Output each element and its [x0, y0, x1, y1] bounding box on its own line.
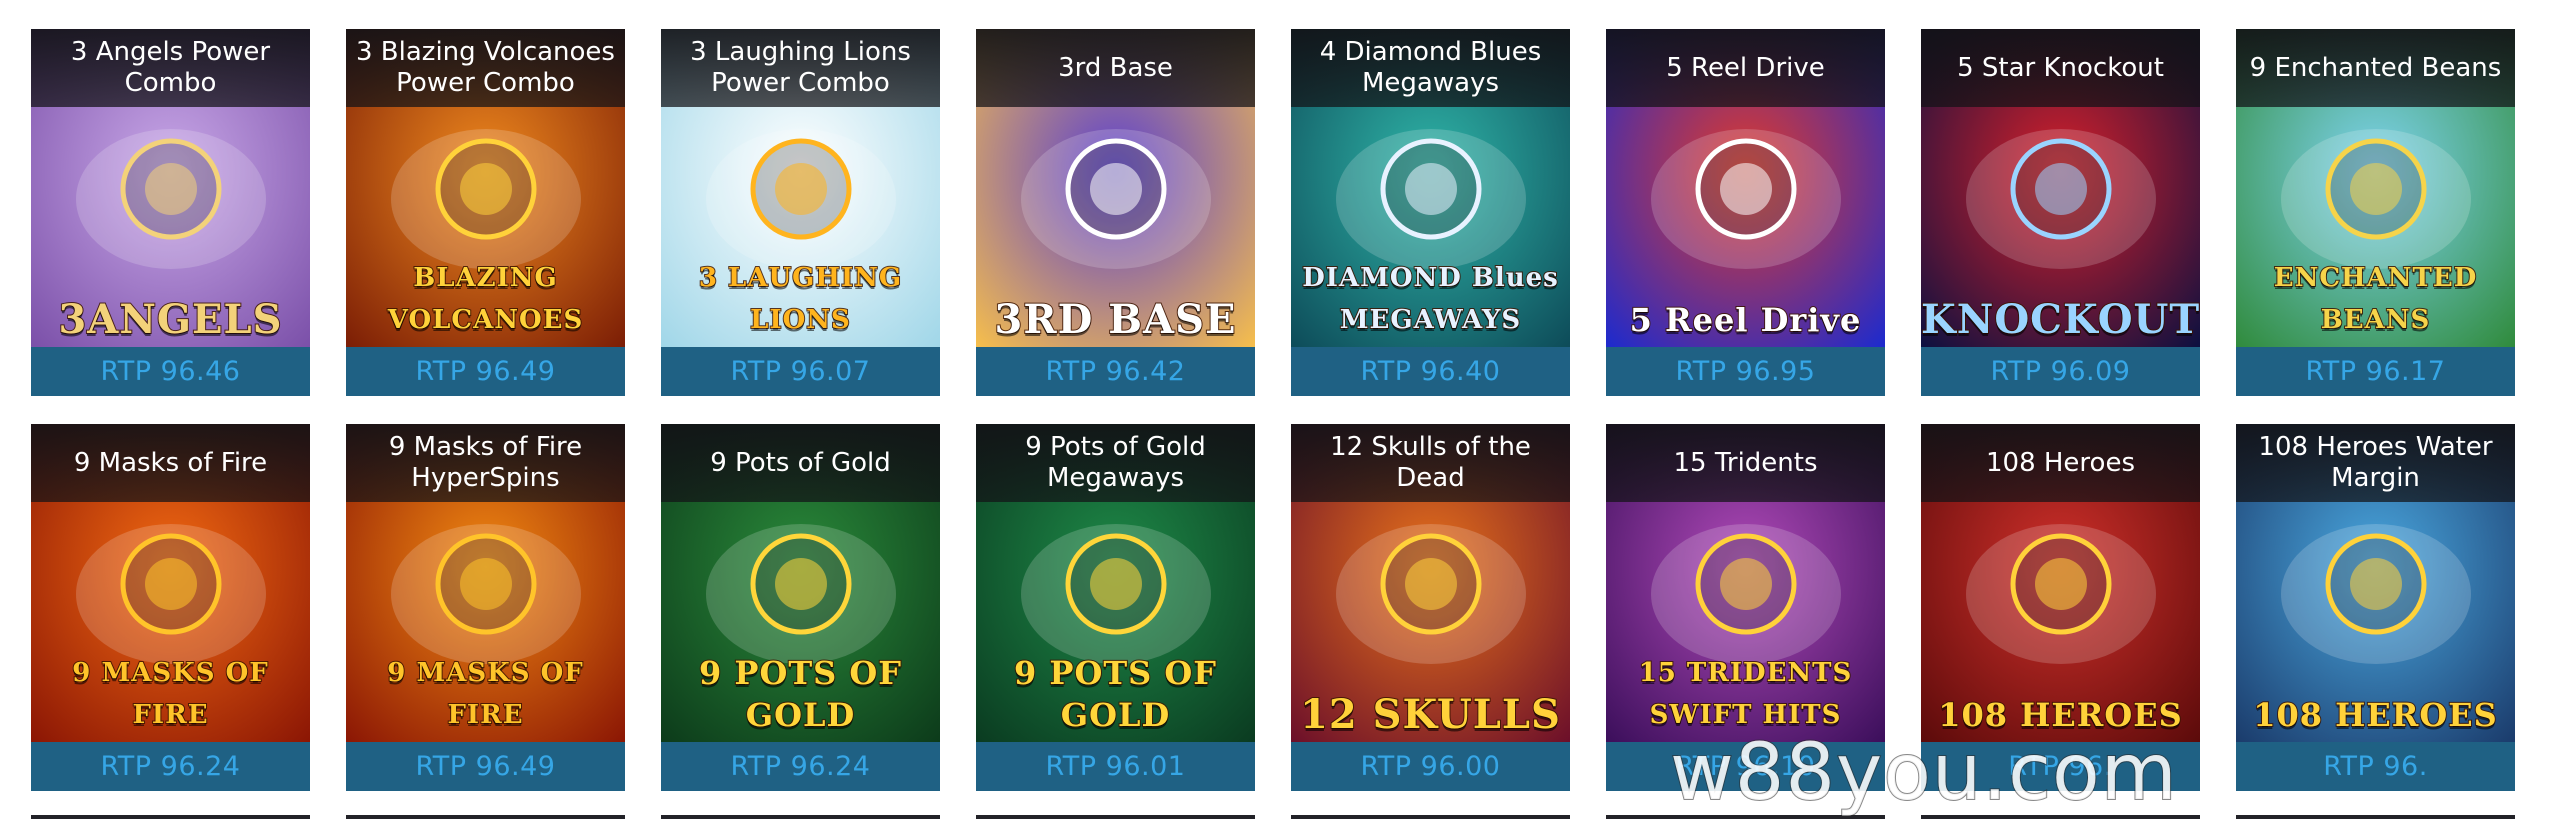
title-band: 9 Masks of Fire [31, 424, 310, 502]
rtp-bar: RTP 96.40 [1291, 347, 1570, 396]
game-card-5-reel-drive[interactable]: 5 Reel Drive 5 Reel Drive RTP 96.95 [1606, 29, 1885, 396]
title-band: 4 Diamond Blues Megaways [1291, 29, 1570, 107]
rtp-bar: RTP 96.09 [1921, 347, 2200, 396]
next-row-card[interactable] [2236, 815, 2515, 819]
rtp-bar: RTP 96.49 [346, 347, 625, 396]
rtp-value: RTP 96.00 [1360, 751, 1501, 782]
rtp-value: RTP 96.49 [415, 356, 556, 387]
game-logo: DIAMOND Blues MEGAWAYS [1301, 262, 1559, 336]
game-logo: 5 Reel Drive [1629, 300, 1862, 340]
game-title: 3 Blazing Volcanoes Power Combo [356, 37, 615, 98]
rtp-value: RTP 96.49 [415, 751, 556, 782]
rtp-bar: RTP 96.24 [661, 742, 940, 791]
title-band: 108 Heroes Water Margin [2236, 424, 2515, 502]
game-title: 3rd Base [1058, 52, 1173, 83]
game-card-3-blazing-volcanoes-power-combo[interactable]: BLAZING VOLCANOES 3 Blazing Volcanoes Pow… [346, 29, 625, 396]
game-card-4-diamond-blues-megaways[interactable]: DIAMOND Blues MEGAWAYS 4 Diamond Blues Me… [1291, 29, 1570, 396]
next-row-card[interactable] [31, 815, 310, 819]
game-logo: ENCHANTED BEANS [2273, 262, 2478, 336]
next-row-card[interactable] [976, 815, 1255, 819]
game-title: 9 Pots of Gold Megaways [1025, 432, 1206, 493]
rtp-value: RTP 96.01 [1045, 751, 1186, 782]
game-logo: BLAZING VOLCANOES [387, 262, 584, 336]
title-band: 12 Skulls of the Dead [1291, 424, 1570, 502]
rtp-bar: RTP 96.24 [31, 742, 310, 791]
game-card-9-masks-of-fire[interactable]: 9 MASKS OF FIRE 9 Masks of Fire RTP 96.24 [31, 424, 310, 791]
game-title: 108 Heroes Water Margin [2258, 432, 2493, 493]
game-card-9-enchanted-beans[interactable]: ENCHANTED BEANS 9 Enchanted Beans RTP 96.1… [2236, 29, 2515, 396]
rtp-bar: RTP 96.49 [346, 742, 625, 791]
game-card-3rd-base[interactable]: 3RD BASE 3rd Base RTP 96.42 [976, 29, 1255, 396]
game-card-12-skulls-of-the-dead[interactable]: 12 SKULLS 12 Skulls of the Dead RTP 96.00 [1291, 424, 1570, 791]
game-title: 15 Tridents [1673, 447, 1818, 478]
game-logo: 3ANGELS [57, 296, 283, 343]
rtp-bar: RTP 96. [2236, 742, 2515, 791]
game-logo: 9 POTS OF GOLD [1013, 653, 1217, 735]
game-title: 5 Reel Drive [1666, 52, 1825, 83]
rtp-value: RTP 96.40 [1360, 356, 1501, 387]
game-card-9-pots-of-gold-megaways[interactable]: 9 POTS OF GOLD 9 Pots of Gold Megaways RTP… [976, 424, 1255, 791]
game-title: 9 Masks of Fire HyperSpins [388, 432, 583, 493]
game-title: 9 Pots of Gold [710, 447, 891, 478]
game-logo: 15 TRIDENTS SWIFT HITS [1638, 657, 1853, 731]
next-row-card[interactable] [1291, 815, 1570, 819]
title-band: 5 Reel Drive [1606, 29, 1885, 107]
game-card-5-star-knockout[interactable]: KNOCKOUT 5 Star Knockout RTP 96.09 [1921, 29, 2200, 396]
game-title: 9 Enchanted Beans [2249, 52, 2502, 83]
game-title: 5 Star Knockout [1957, 52, 2164, 83]
title-band: 108 Heroes [1921, 424, 2200, 502]
game-title: 4 Diamond Blues Megaways [1319, 37, 1542, 98]
rtp-bar: RTP 96.42 [976, 347, 1255, 396]
rtp-bar: RTP 96.00 [1291, 742, 1570, 791]
next-row-card[interactable] [661, 815, 940, 819]
game-card-3-laughing-lions-power-combo[interactable]: 3 LAUGHING LIONS 3 Laughing Lions Power C… [661, 29, 940, 396]
rtp-bar: RTP 96.95 [1606, 347, 1885, 396]
game-grid: 3ANGELS 3 Angels Power Combo RTP 96.46 BLAZ… [31, 29, 2531, 791]
rtp-bar: RTP 96.17 [2236, 347, 2515, 396]
rtp-bar: RTP 96.01 [976, 742, 1255, 791]
rtp-value: RTP 96.95 [1675, 356, 1816, 387]
next-row-card[interactable] [346, 815, 625, 819]
rtp-value: RTP 96.09 [1990, 356, 2131, 387]
rtp-value: RTP 96.46 [100, 356, 241, 387]
site-watermark: w88you.com [1669, 727, 2178, 819]
rtp-value: RTP 96.17 [2305, 356, 2446, 387]
game-title: 9 Masks of Fire [73, 447, 268, 478]
rtp-value: RTP 96. [2323, 751, 2428, 782]
rtp-bar: RTP 96.07 [661, 347, 940, 396]
game-logo: 3 LAUGHING LIONS [698, 262, 903, 336]
game-title: 12 Skulls of the Dead [1330, 432, 1531, 493]
game-title: 108 Heroes [1985, 447, 2135, 478]
game-logo: KNOCKOUT [1921, 296, 2200, 343]
game-logo: 9 MASKS OF FIRE [386, 657, 584, 731]
rtp-value: RTP 96.24 [100, 751, 241, 782]
title-band: 9 Masks of Fire HyperSpins [346, 424, 625, 502]
title-band: 3 Angels Power Combo [31, 29, 310, 107]
game-card-108-heroes-water-margin[interactable]: 108 HEROES 108 Heroes Water Margin RTP 96. [2236, 424, 2515, 791]
title-band: 9 Pots of Gold Megaways [976, 424, 1255, 502]
game-card-3-angels-power-combo[interactable]: 3ANGELS 3 Angels Power Combo RTP 96.46 [31, 29, 310, 396]
game-logo: 9 MASKS OF FIRE [71, 657, 269, 731]
game-logo: 9 POTS OF GOLD [698, 653, 902, 735]
rtp-bar: RTP 96.46 [31, 347, 310, 396]
title-band: 5 Star Knockout [1921, 29, 2200, 107]
title-band: 9 Pots of Gold [661, 424, 940, 502]
game-logo: 3RD BASE [994, 296, 1237, 343]
game-title: 3 Laughing Lions Power Combo [690, 37, 911, 98]
title-band: 3 Laughing Lions Power Combo [661, 29, 940, 107]
game-card-9-masks-of-fire-hyperspins[interactable]: 9 MASKS OF FIRE 9 Masks of Fire HyperSpin… [346, 424, 625, 791]
game-logo: 108 HEROES [2252, 695, 2498, 735]
game-card-9-pots-of-gold[interactable]: 9 POTS OF GOLD 9 Pots of Gold RTP 96.24 [661, 424, 940, 791]
title-band: 3 Blazing Volcanoes Power Combo [346, 29, 625, 107]
title-band: 15 Tridents [1606, 424, 1885, 502]
title-band: 9 Enchanted Beans [2236, 29, 2515, 107]
title-band: 3rd Base [976, 29, 1255, 107]
rtp-value: RTP 96.07 [730, 356, 871, 387]
rtp-value: RTP 96.42 [1045, 356, 1186, 387]
rtp-value: RTP 96.24 [730, 751, 871, 782]
game-logo: 12 SKULLS [1299, 691, 1561, 738]
game-title: 3 Angels Power Combo [70, 37, 271, 98]
